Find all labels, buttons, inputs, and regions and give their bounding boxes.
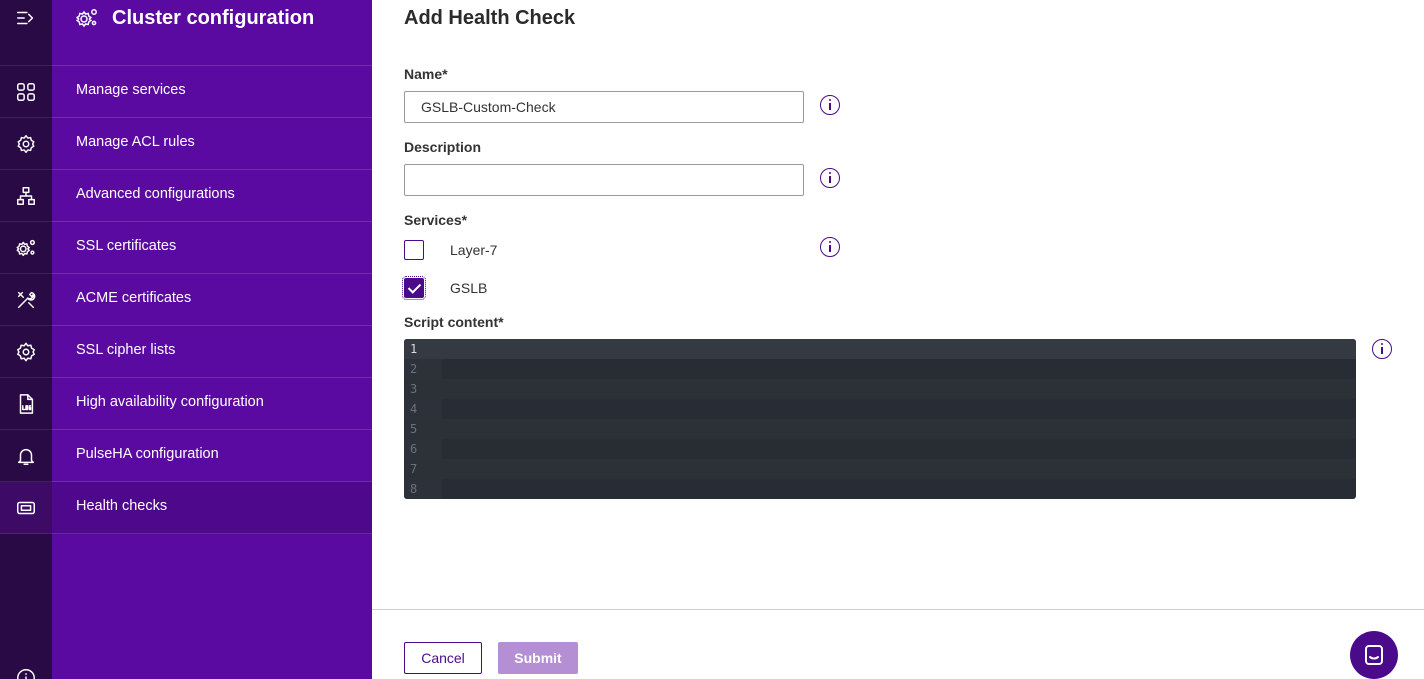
icon-rail <box>0 0 52 679</box>
sidebar-item-health-checks[interactable]: Health checks <box>52 482 372 534</box>
chat-widget-icon[interactable] <box>1350 631 1398 679</box>
sidebar-item-ssl-cipher-lists[interactable]: SSL cipher lists <box>52 326 372 378</box>
line-number: 6 <box>410 442 418 456</box>
sidebar-item-manage-acl-rules[interactable]: Manage ACL rules <box>52 118 372 170</box>
info-icon[interactable] <box>0 652 52 679</box>
sidebar-item-manage-services[interactable]: Manage services <box>52 66 372 118</box>
script-info-icon[interactable] <box>1372 339 1392 359</box>
line-number: 1 <box>410 342 418 356</box>
sidebar-item-label: Health checks <box>76 498 168 514</box>
sidebar-item-acme-certificates[interactable]: ACME certificates <box>52 274 372 326</box>
line-number: 7 <box>410 462 418 476</box>
cluster-gears-icon <box>74 5 100 31</box>
sidebar-item-label: Advanced configurations <box>76 186 235 202</box>
editor-line[interactable]: 8 <box>404 479 1356 499</box>
sidebar-item-label: ACME certificates <box>76 290 192 306</box>
editor-line[interactable]: 1 <box>404 339 1356 359</box>
sidebar-item-ssl-certificates[interactable]: SSL certificates <box>52 222 372 274</box>
editor-line[interactable]: 2 <box>404 359 1356 379</box>
description-input[interactable] <box>404 164 804 196</box>
line-number: 2 <box>410 362 418 376</box>
services-label: Services* <box>404 212 468 228</box>
layer7-checkbox[interactable] <box>404 240 424 260</box>
editor-line[interactable]: 7 <box>404 459 1356 479</box>
shield-gear-icon[interactable] <box>0 118 52 170</box>
nav-title: Cluster configuration <box>112 7 315 29</box>
name-input[interactable] <box>404 91 804 123</box>
name-info-icon[interactable] <box>820 95 840 115</box>
submit-button[interactable]: Submit <box>498 642 578 674</box>
sidebar-item-advanced-configurations[interactable]: Advanced configurations <box>52 170 372 222</box>
page-title: Add Health Check <box>404 7 576 29</box>
grid-icon[interactable] <box>0 66 52 118</box>
layer7-label: Layer-7 <box>450 242 498 258</box>
editor-line[interactable]: 5 <box>404 419 1356 439</box>
description-info-icon[interactable] <box>820 168 840 188</box>
script-editor[interactable]: 1 2 3 4 5 6 7 8 <box>404 339 1356 499</box>
gear-icon[interactable] <box>0 326 52 378</box>
sidebar-item-label: SSL certificates <box>76 238 177 254</box>
nav-header: Cluster configuration <box>52 0 372 66</box>
editor-line[interactable]: 4 <box>404 399 1356 419</box>
network-icon[interactable] <box>0 170 52 222</box>
sidebar-nav: Cluster configuration Manage services Ma… <box>52 0 372 679</box>
sidebar-item-label: SSL cipher lists <box>76 342 176 358</box>
sidebar-item-label: Manage services <box>76 82 186 98</box>
tools-icon[interactable] <box>0 274 52 326</box>
editor-line[interactable]: 6 <box>404 439 1356 459</box>
line-number: 8 <box>410 482 418 496</box>
main-content: Add Health Check Name* Description Servi… <box>372 0 1424 679</box>
script-content-label: Script content* <box>404 314 504 330</box>
gears-icon[interactable] <box>0 222 52 274</box>
line-number: 5 <box>410 422 418 436</box>
app-window: Cluster configuration Manage services Ma… <box>0 0 1424 679</box>
description-label: Description <box>404 139 482 155</box>
sidebar-item-label: High availability configuration <box>76 394 264 410</box>
line-number: 4 <box>410 402 418 416</box>
footer-divider <box>372 609 1424 610</box>
cancel-button[interactable]: Cancel <box>404 642 482 674</box>
services-info-icon[interactable] <box>820 237 840 257</box>
bell-icon[interactable] <box>0 430 52 482</box>
log-file-icon[interactable] <box>0 378 52 430</box>
sidebar-item-label: Manage ACL rules <box>76 134 195 150</box>
ticket-icon[interactable] <box>0 482 52 534</box>
sidebar-item-label: PulseHA configuration <box>76 446 219 462</box>
gslb-checkbox[interactable] <box>402 276 426 300</box>
editor-line[interactable]: 3 <box>404 379 1356 399</box>
sidebar-item-high-availability[interactable]: High availability configuration <box>52 378 372 430</box>
sidebar-item-pulseha[interactable]: PulseHA configuration <box>52 430 372 482</box>
expand-menu-icon[interactable] <box>0 0 52 44</box>
line-number: 3 <box>410 382 418 396</box>
name-label: Name* <box>404 66 448 82</box>
gslb-label: GSLB <box>450 280 488 296</box>
